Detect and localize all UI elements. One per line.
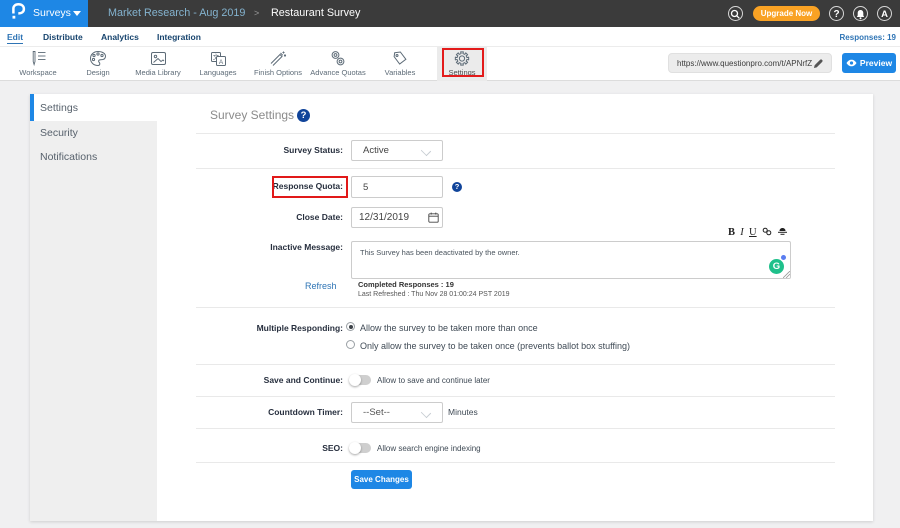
svg-text:A: A <box>218 59 223 66</box>
